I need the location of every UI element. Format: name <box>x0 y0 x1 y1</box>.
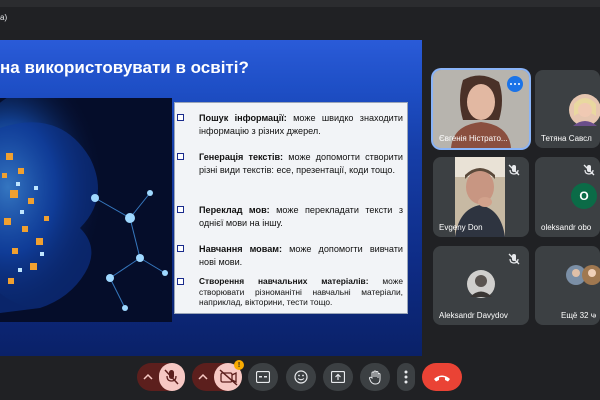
item-heading: Навчання мовам: <box>199 244 283 254</box>
raise-hand-button[interactable] <box>360 363 390 391</box>
more-options-button[interactable] <box>397 363 415 391</box>
bullet-icon <box>177 206 184 213</box>
participant-tile-active[interactable]: Євгенія Ністрато... <box>433 70 529 148</box>
warning-badge: ! <box>234 360 244 370</box>
captions-icon <box>256 371 270 383</box>
mic-off-icon <box>508 164 520 176</box>
bullet-icon <box>177 278 184 285</box>
more-participants-tile[interactable]: Ещё 32 че <box>535 246 600 325</box>
ai-head-illustration <box>0 98 172 322</box>
captions-button[interactable] <box>248 363 278 391</box>
hand-icon <box>368 369 381 385</box>
chevron-up-icon <box>143 373 153 380</box>
participant-name: oleksandr obo <box>541 223 592 232</box>
more-options-icon[interactable] <box>507 76 523 92</box>
more-participants-label: Ещё 32 че <box>561 311 596 320</box>
bullet-icon <box>177 114 184 121</box>
leave-call-button[interactable] <box>422 363 462 391</box>
more-vert-icon <box>404 370 408 384</box>
chevron-up-icon <box>198 373 208 380</box>
bullet-icon <box>177 245 184 252</box>
meeting-title: а) <box>0 13 8 22</box>
participant-name: Aleksandr Davydov <box>439 311 508 320</box>
call-end-icon <box>434 375 450 381</box>
bullet-icon <box>177 153 184 160</box>
participant-tile[interactable]: O oleksandr obo <box>535 157 600 237</box>
participant-name: Тетяна Савсл <box>541 134 592 143</box>
present-icon <box>331 371 345 383</box>
item-heading: Пошук інформації: <box>199 113 287 123</box>
participant-tile[interactable]: Evgeny Don <box>433 157 529 237</box>
participant-tile[interactable]: Тетяна Савсл <box>535 70 600 148</box>
participant-name: Evgeny Don <box>439 223 483 232</box>
slide-title: на використовувати в освіті? <box>0 58 249 77</box>
window-top-strip <box>0 0 600 7</box>
mic-control-graphic <box>143 363 185 391</box>
avatar-stack <box>566 265 600 285</box>
item-heading: Створення навчальних матеріалів: <box>199 276 369 286</box>
presentation-slide: на використовувати в освіті? Пошук інфор… <box>0 40 422 356</box>
participant-tile[interactable]: Aleksandr Davydov <box>433 246 529 325</box>
present-button[interactable] <box>323 363 353 391</box>
item-heading: Генерація текстів: <box>199 152 284 162</box>
slide-bullet-box: Пошук інформації: може швидко знаходити … <box>174 102 408 314</box>
item-heading: Переклад мов: <box>199 205 270 215</box>
mic-off-icon <box>508 253 520 265</box>
participant-name: Євгенія Ністрато... <box>439 134 508 143</box>
mic-off-icon <box>583 164 595 176</box>
avatar: O <box>571 183 597 209</box>
mic-control[interactable] <box>137 363 185 391</box>
avatar <box>467 270 495 298</box>
emoji-icon <box>294 370 308 384</box>
avatar <box>569 94 600 126</box>
reactions-button[interactable] <box>286 363 316 391</box>
